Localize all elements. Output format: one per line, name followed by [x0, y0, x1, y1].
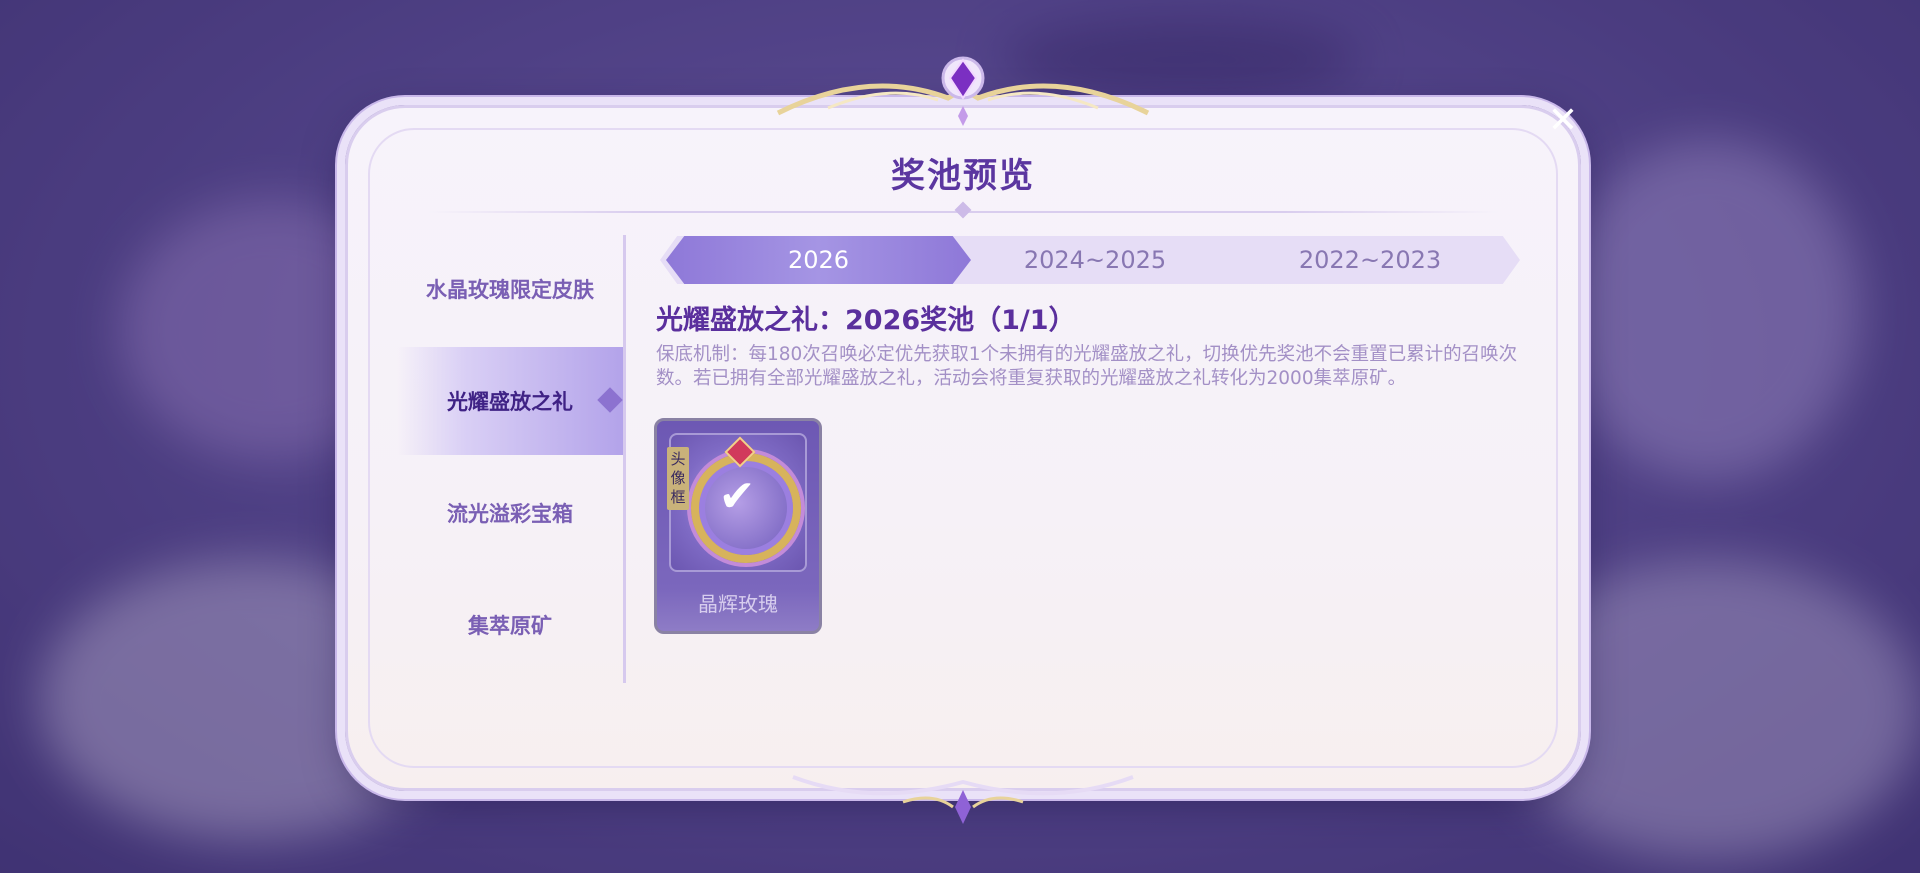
sidebar-item-label: 光耀盛放之礼	[447, 390, 573, 414]
checkmark-icon: ✔	[718, 471, 756, 522]
tab-label: 2026	[787, 246, 850, 274]
tab-2026[interactable]: 2026	[666, 236, 971, 284]
sidebar-item-label: 水晶玫瑰限定皮肤	[426, 278, 594, 302]
category-sidebar: 水晶玫瑰限定皮肤 光耀盛放之礼 流光溢彩宝箱 集萃原矿	[397, 235, 627, 685]
reward-card[interactable]: ✔ 头像框 晶辉玫瑰	[654, 418, 822, 634]
sidebar-item-streaming-chest[interactable]: 流光溢彩宝箱	[397, 459, 623, 567]
sidebar-item-radiant-bloom-gift[interactable]: 光耀盛放之礼	[397, 347, 623, 455]
sidebar-item-label: 流光溢彩宝箱	[447, 502, 573, 526]
reward-image: ✔	[669, 433, 807, 572]
sidebar-item-ore[interactable]: 集萃原矿	[397, 571, 623, 679]
close-button[interactable]: ✕	[1546, 103, 1580, 139]
tab-2024-2025[interactable]: 2024~2025	[945, 236, 1245, 284]
top-ornament	[776, 56, 1150, 126]
tab-label: 2024~2025	[1023, 246, 1167, 274]
tab-2022-2023[interactable]: 2022~2023	[1220, 236, 1520, 284]
sidebar-item-crystal-rose-skin[interactable]: 水晶玫瑰限定皮肤	[397, 235, 623, 343]
dialog-title: 奖池预览	[891, 156, 1035, 196]
year-tabs: 2026 2024~2025 2022~2023	[660, 236, 1520, 284]
pool-title: 光耀盛放之礼：2026奖池（1/1）	[656, 305, 1076, 336]
reward-type-tag: 头像框	[667, 447, 689, 510]
sidebar-item-label: 集萃原矿	[468, 614, 552, 638]
sidebar-divider	[623, 235, 626, 683]
reward-name: 晶辉玫瑰	[698, 592, 778, 616]
pool-description: 保底机制：每180次召唤必定优先获取1个未拥有的光耀盛放之礼，切换优先奖池不会重…	[656, 344, 1518, 389]
bottom-ornament	[792, 775, 1134, 824]
active-indicator-icon	[597, 387, 623, 413]
tab-label: 2022~2023	[1298, 246, 1442, 274]
